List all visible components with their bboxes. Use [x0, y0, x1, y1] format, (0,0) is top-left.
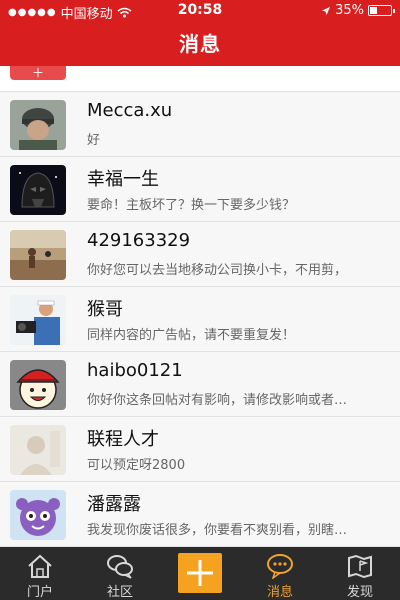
message-item[interactable]: 幸福一生 要命！主板坏了？换一下要多少钱？	[0, 157, 400, 222]
message-item[interactable]: Mecca.xu 好	[0, 92, 400, 157]
avatar-faded[interactable]	[10, 425, 66, 475]
message-preview: 可以预定呀2800	[87, 458, 186, 473]
avatar-purple-cartoon[interactable]	[10, 490, 66, 540]
message-preview: 要命！主板坏了？换一下要多少钱？	[87, 198, 296, 213]
avatar-red-hat[interactable]	[10, 360, 66, 410]
tab-add[interactable]	[160, 547, 240, 600]
top-chip[interactable]: ＋	[10, 66, 66, 80]
message-list[interactable]: Mecca.xu 好 幸福一生 要命！主板坏了？换一下要多少钱？ 4291633…	[0, 92, 400, 547]
chat-bubbles-icon	[107, 555, 133, 579]
tab-bar: 门户 社区 消息 发现	[0, 547, 400, 600]
tab-label: 发现	[346, 585, 373, 600]
tab-portal[interactable]: 门户	[0, 547, 80, 600]
message-preview: 你好您可以去当地移动公司换小卡，不用剪，	[87, 263, 348, 278]
contact-name: Mecca.xu	[87, 100, 173, 121]
status-bar: ●●●●● 中国移动 20:58 35%	[0, 0, 400, 22]
message-preview: 我发现你废话很多，你要看不爽别看，别瞎…	[87, 523, 348, 538]
message-item[interactable]: 联程人才 可以预定呀2800	[0, 417, 400, 482]
status-right: 35%	[321, 3, 395, 18]
tab-label: 社区	[106, 585, 133, 600]
contact-name: 429163329	[87, 230, 191, 251]
map-flag-icon	[348, 554, 372, 579]
tab-label: 门户	[26, 585, 53, 600]
message-preview: 你好你这条回帖对有影响，请修改影响或者…	[87, 393, 348, 408]
message-item[interactable]: haibo0121 你好你这条回帖对有影响，请修改影响或者…	[0, 352, 400, 417]
house-icon	[28, 554, 52, 578]
tab-label: 消息	[266, 585, 293, 600]
nav-bar: 消息	[0, 22, 400, 66]
contact-name: 潘露露	[87, 494, 141, 515]
page-title: 消息	[179, 32, 221, 56]
battery-icon	[368, 5, 395, 16]
tab-community[interactable]: 社区	[80, 547, 160, 600]
contact-name: 猴哥	[87, 299, 123, 320]
contact-name: 联程人才	[87, 429, 159, 450]
location-arrow-icon	[322, 6, 331, 15]
tab-discover[interactable]: 发现	[320, 547, 400, 600]
avatar-soldier[interactable]	[10, 100, 66, 150]
avatar-photo[interactable]	[10, 230, 66, 280]
list-top-peek: ＋	[0, 66, 400, 92]
tab-messages[interactable]: 消息	[240, 547, 320, 600]
message-preview: 同样内容的广告帖，请不要重复发！	[87, 328, 296, 343]
message-item[interactable]: 猴哥 同样内容的广告帖，请不要重复发！	[0, 287, 400, 352]
contact-name: haibo0121	[87, 360, 183, 381]
message-item[interactable]: 潘露露 我发现你废话很多，你要看不爽别看，别瞎…	[0, 482, 400, 547]
contact-name: 幸福一生	[87, 169, 159, 190]
message-item[interactable]: 429163329 你好您可以去当地移动公司换小卡，不用剪，	[0, 222, 400, 287]
message-preview: 好	[87, 133, 101, 148]
battery-percent: 35%	[335, 3, 364, 18]
avatar-photographer[interactable]	[10, 295, 66, 345]
avatar-darth-vader[interactable]	[10, 165, 66, 215]
message-bubble-icon	[267, 554, 293, 579]
plus-icon[interactable]	[178, 553, 222, 593]
battery-fill	[370, 7, 377, 14]
